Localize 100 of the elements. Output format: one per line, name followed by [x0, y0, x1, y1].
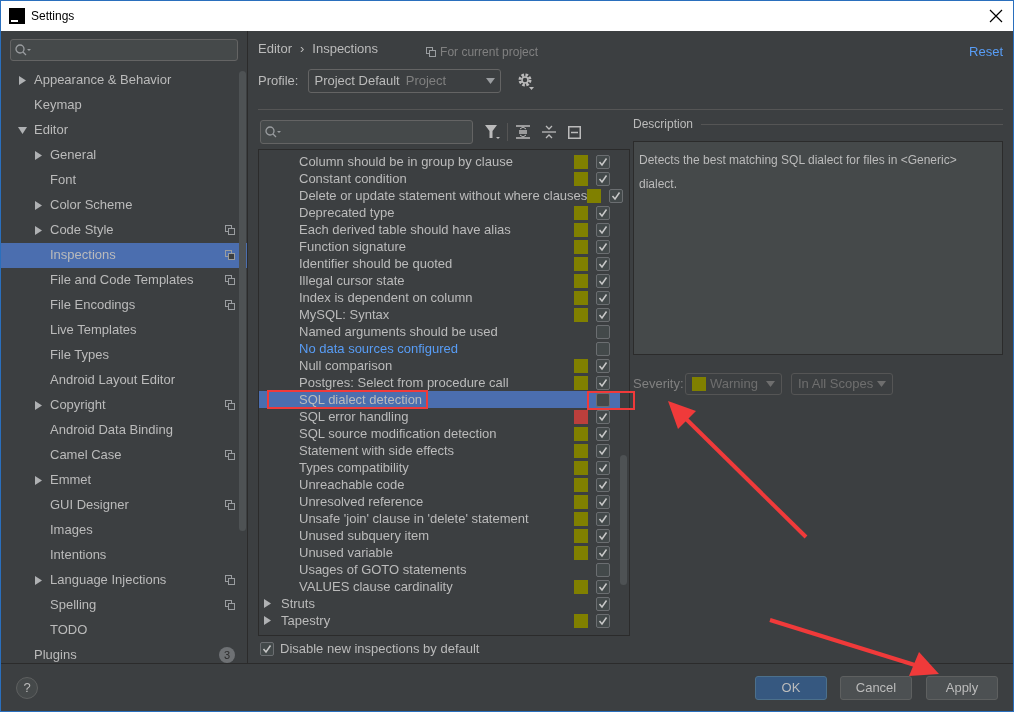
checkbox[interactable]	[596, 494, 610, 509]
close-icon[interactable]	[989, 9, 1003, 23]
checkbox[interactable]	[596, 273, 610, 288]
checkbox[interactable]	[596, 562, 610, 577]
inspection-row[interactable]: Unreachable code	[259, 476, 620, 493]
inspection-row[interactable]: Delete or update statement without where clauses	[259, 187, 620, 204]
checkbox[interactable]	[596, 239, 610, 254]
sidebar-item[interactable]: Font	[1, 167, 247, 193]
inspection-row[interactable]: Statement with side effects	[259, 442, 620, 459]
ok-button[interactable]: OK	[755, 675, 827, 700]
search-field[interactable]	[10, 39, 238, 61]
inspection-row[interactable]: Unsafe 'join' clause in 'delete' statement	[259, 510, 620, 527]
checkbox[interactable]	[596, 545, 610, 560]
collapsed-arrow-icon[interactable]	[34, 575, 43, 585]
sidebar-item[interactable]: General	[1, 142, 247, 168]
inspection-row[interactable]: Usages of GOTO statements	[259, 561, 620, 578]
collapse-icon[interactable]	[568, 125, 581, 139]
checkbox[interactable]	[596, 307, 610, 322]
checkbox[interactable]	[596, 205, 610, 220]
expand-all-icon[interactable]	[516, 125, 530, 139]
sidebar-item[interactable]: File and Code Templates	[1, 267, 247, 293]
inspection-link[interactable]: No data sources configured	[299, 342, 458, 355]
inspection-row[interactable]: Postgres: Select from procedure call	[259, 374, 620, 391]
sidebar-item[interactable]: Emmet	[1, 467, 247, 493]
search-field[interactable]	[260, 120, 473, 144]
inspection-row[interactable]: No data sources configured	[259, 340, 620, 357]
inspection-row[interactable]: Illegal cursor state	[259, 272, 620, 289]
inspection-row[interactable]: Deprecated type	[259, 204, 620, 221]
sidebar-item[interactable]: Android Layout Editor	[1, 367, 247, 393]
checkbox[interactable]	[596, 341, 610, 356]
checkbox[interactable]	[596, 171, 610, 186]
sidebar-item[interactable]: Copyright	[1, 392, 247, 418]
sidebar-item[interactable]: TODO	[1, 617, 247, 643]
checkbox[interactable]	[596, 596, 610, 611]
sidebar-item[interactable]: Intentions	[1, 542, 247, 568]
inspection-row[interactable]: SQL error handling	[259, 408, 620, 425]
checkbox[interactable]	[596, 290, 610, 305]
checkbox[interactable]	[596, 477, 610, 492]
checkbox[interactable]	[596, 358, 610, 373]
sidebar-item[interactable]: Keymap	[1, 92, 247, 118]
inspection-row[interactable]: Unused subquery item	[259, 527, 620, 544]
sidebar-item[interactable]: Code Style	[1, 217, 247, 243]
inspection-row[interactable]: Unused variable	[259, 544, 620, 561]
inspection-row[interactable]: Identifier should be quoted	[259, 255, 620, 272]
collapsed-arrow-icon[interactable]	[34, 225, 43, 235]
checkbox[interactable]	[260, 642, 274, 656]
collapsed-arrow-icon[interactable]	[34, 200, 43, 210]
cancel-button[interactable]: Cancel	[840, 675, 912, 700]
inspection-row[interactable]: Unresolved reference	[259, 493, 620, 510]
sidebar-item[interactable]: Language Injections	[1, 567, 247, 593]
collapsed-arrow-icon[interactable]	[34, 150, 43, 160]
inspection-row[interactable]: Types compatibility	[259, 459, 620, 476]
sidebar-item[interactable]: Spelling	[1, 592, 247, 618]
scrollbar[interactable]	[239, 71, 246, 531]
sidebar-item[interactable]: File Types	[1, 342, 247, 368]
collapsed-arrow-icon[interactable]	[34, 475, 43, 485]
checkbox[interactable]	[596, 613, 610, 628]
inspection-row[interactable]: Constant condition	[259, 170, 620, 187]
checkbox[interactable]	[596, 426, 610, 441]
checkbox[interactable]	[596, 256, 610, 271]
inspection-row[interactable]: Named arguments should be used	[259, 323, 620, 340]
inspection-row[interactable]: VALUES clause cardinality	[259, 578, 620, 595]
help-button[interactable]: ?	[16, 676, 38, 699]
sidebar-item[interactable]: Images	[1, 517, 247, 543]
settings-icon[interactable]	[517, 72, 536, 90]
checkbox[interactable]	[596, 222, 610, 237]
sidebar-item[interactable]: GUI Designer	[1, 492, 247, 518]
sidebar-item[interactable]: Color Scheme	[1, 192, 247, 218]
inspection-row[interactable]: Function signature	[259, 238, 620, 255]
inspection-row[interactable]: SQL source modification detection	[259, 425, 620, 442]
reset-link[interactable]: Reset	[969, 42, 1003, 62]
sidebar-item[interactable]: Appearance & Behavior	[1, 67, 247, 93]
sidebar-item[interactable]: Plugins 3	[1, 642, 247, 668]
checkbox[interactable]	[596, 375, 610, 390]
sidebar-item[interactable]: Editor	[1, 117, 247, 143]
sidebar-item[interactable]: Camel Case	[1, 442, 247, 468]
inspection-row[interactable]: Struts	[259, 595, 620, 612]
sidebar-item[interactable]: File Encodings	[1, 292, 247, 318]
collapsed-arrow-icon[interactable]	[18, 75, 27, 85]
apply-button[interactable]: Apply	[926, 675, 998, 700]
inspection-row[interactable]: Null comparison	[259, 357, 620, 374]
collapsed-arrow-icon[interactable]	[34, 400, 43, 410]
checkbox[interactable]	[596, 443, 610, 458]
sidebar-item[interactable]: Android Data Binding	[1, 417, 247, 443]
checkbox[interactable]	[596, 579, 610, 594]
expanded-arrow-icon[interactable]	[18, 125, 27, 135]
inspection-row[interactable]: Index is dependent on column	[259, 289, 620, 306]
inspection-row[interactable]: Column should be in group by clause	[259, 153, 620, 170]
filter-icon[interactable]	[485, 124, 501, 140]
checkbox[interactable]	[596, 154, 610, 169]
collapse-all-icon[interactable]	[542, 125, 556, 139]
checkbox[interactable]	[609, 188, 624, 203]
sidebar-item[interactable]: Live Templates	[1, 317, 247, 343]
checkbox[interactable]	[596, 460, 610, 475]
checkbox[interactable]	[596, 528, 610, 543]
inspection-row[interactable]: MySQL: Syntax	[259, 306, 620, 323]
checkbox[interactable]	[596, 511, 610, 526]
inspection-row[interactable]: Each derived table should have alias	[259, 221, 620, 238]
profile-dropdown[interactable]: Project Default Project	[308, 69, 502, 93]
checkbox[interactable]	[596, 324, 610, 339]
